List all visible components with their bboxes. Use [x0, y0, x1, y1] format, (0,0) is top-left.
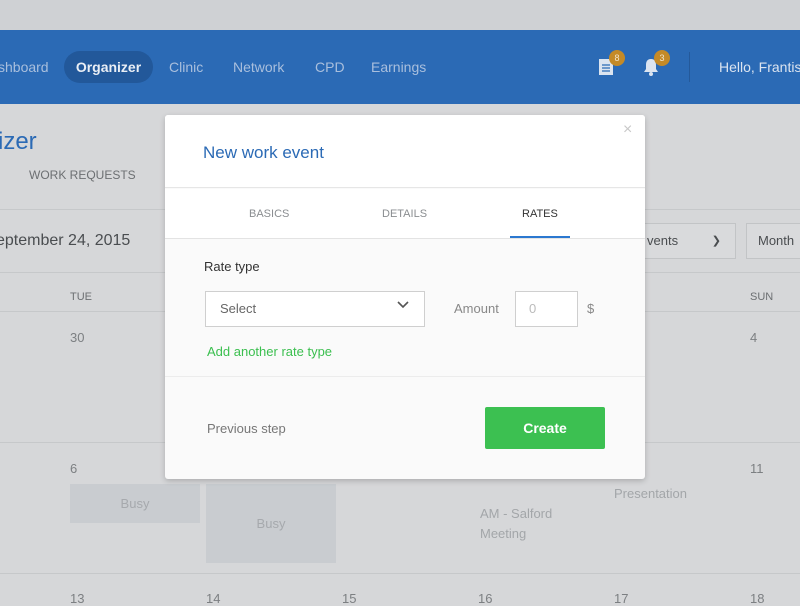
event-salford[interactable]: AM - Salford Meeting: [480, 504, 552, 544]
event-salford-line1: AM - Salford: [480, 506, 553, 521]
tab-basics[interactable]: BASICS: [249, 208, 289, 220]
busy-event[interactable]: Busy: [70, 484, 200, 523]
view-select[interactable]: Month: [746, 223, 800, 259]
currency-symbol: $: [587, 301, 595, 316]
amount-label: Amount: [454, 301, 499, 316]
event-salford-line2: Meeting: [480, 526, 527, 541]
nav-network[interactable]: Network: [233, 59, 284, 75]
event-presentation[interactable]: Presentation: [614, 484, 687, 504]
notifications-badge: 3: [654, 50, 670, 66]
day-cell[interactable]: 14: [206, 591, 220, 606]
rate-type-placeholder: Select: [220, 301, 257, 316]
user-greeting[interactable]: Hello, Frantis: [719, 59, 800, 75]
top-strip: [0, 0, 800, 30]
new-work-event-modal: New work event × BASICS DETAILS RATES Ra…: [165, 115, 645, 479]
tab-details[interactable]: DETAILS: [382, 208, 427, 220]
day-header-sun: SUN: [750, 291, 774, 303]
documents-badge: 8: [609, 50, 625, 66]
day-cell[interactable]: 4: [750, 330, 757, 345]
events-filter-label: vents: [647, 233, 679, 248]
day-cell[interactable]: 11: [750, 461, 764, 476]
modal-title: New work event: [203, 143, 324, 162]
day-cell[interactable]: 16: [478, 591, 492, 606]
amount-placeholder: 0: [529, 301, 537, 316]
nav-earnings[interactable]: Earnings: [371, 59, 426, 75]
active-tab-indicator: [510, 236, 570, 238]
day-cell[interactable]: 15: [342, 591, 356, 606]
divider: [165, 376, 645, 377]
nav-organizer[interactable]: Organizer: [64, 51, 153, 83]
day-header-tue: TUE: [70, 291, 92, 303]
previous-step-button[interactable]: Previous step: [207, 421, 286, 436]
day-cell[interactable]: 13: [70, 591, 84, 606]
day-cell[interactable]: 30: [70, 330, 84, 345]
day-cell[interactable]: 17: [614, 591, 628, 606]
current-date: eptember 24, 2015: [0, 232, 131, 249]
create-button[interactable]: Create: [485, 407, 605, 449]
chevron-down-icon: [397, 299, 409, 313]
rate-type-label: Rate type: [204, 259, 260, 274]
add-rate-type-link[interactable]: Add another rate type: [207, 344, 332, 359]
view-select-label: Month: [758, 233, 795, 248]
chevron-down-icon: ❯: [711, 235, 721, 247]
close-icon[interactable]: ×: [623, 121, 632, 139]
busy-event[interactable]: Busy: [206, 484, 336, 563]
rate-type-select[interactable]: Select: [205, 291, 425, 327]
page-title: izer: [0, 128, 37, 155]
nav-divider: [689, 52, 690, 82]
day-cell[interactable]: 6: [70, 461, 77, 476]
nav-dashboard[interactable]: shboard: [0, 59, 49, 75]
tab-rates[interactable]: RATES: [522, 208, 558, 220]
nav-clinic[interactable]: Clinic: [169, 59, 203, 75]
amount-input[interactable]: 0: [515, 291, 578, 327]
divider: [0, 573, 800, 574]
nav-cpd[interactable]: CPD: [315, 59, 345, 75]
tab-work-requests[interactable]: WORK REQUESTS: [29, 168, 136, 182]
day-cell[interactable]: 18: [750, 591, 764, 606]
